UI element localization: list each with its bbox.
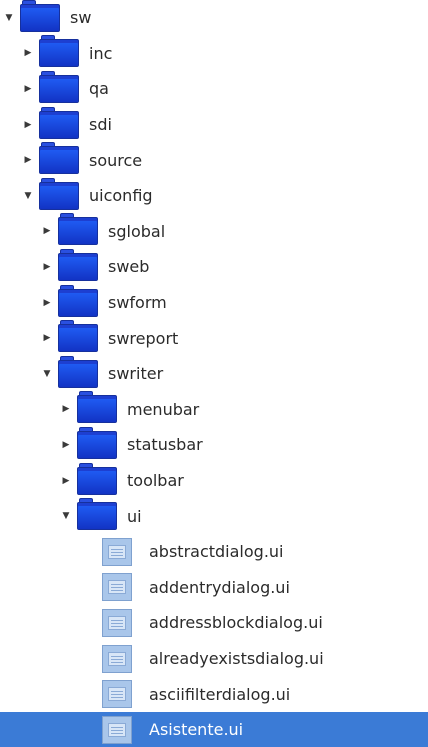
tree-file-row[interactable]: asciifilterdialog.ui [0, 676, 428, 712]
tree-item-label: addressblockdialog.ui [149, 613, 323, 633]
folder-icon [58, 248, 98, 281]
tree-item-label: sdi [89, 115, 112, 135]
expand-triangle-right-icon[interactable]: ▶ [42, 333, 52, 343]
folder-icon [77, 498, 117, 531]
tree-item-label: ui [127, 506, 142, 526]
expand-triangle-down-icon[interactable]: ▼ [23, 191, 33, 201]
folder-icon [39, 142, 79, 175]
file-tree: ▼ sw ▶ inc ▶ qa ▶ sdi ▶ source ▼ uiconfig ▶ sglobal ▶ s… [0, 0, 428, 747]
tree-item-label: toolbar [127, 471, 184, 491]
tree-item-label: menubar [127, 399, 200, 419]
tree-folder-row[interactable]: ▶ toolbar [0, 462, 428, 499]
tree-folder-row[interactable]: ▼ ui [0, 498, 428, 534]
folder-icon [39, 106, 79, 139]
expand-triangle-right-icon[interactable]: ▶ [42, 262, 52, 272]
tree-item-label: inc [89, 43, 113, 63]
ui-file-icon [102, 608, 132, 637]
folder-icon [39, 70, 79, 103]
tree-folder-row[interactable]: ▶ source [0, 142, 428, 178]
expand-triangle-down-icon[interactable]: ▼ [4, 13, 14, 23]
expand-triangle-right-icon[interactable]: ▶ [23, 48, 33, 58]
tree-item-label: qa [89, 79, 109, 99]
tree-file-row[interactable]: alreadyexistsdialog.ui [0, 641, 428, 677]
tree-folder-row[interactable]: ▶ sglobal [0, 213, 428, 250]
expand-triangle-right-icon[interactable]: ▶ [23, 84, 33, 94]
tree-folder-row[interactable]: ▶ sdi [0, 106, 428, 143]
tree-file-row[interactable]: abstractdialog.ui [0, 534, 428, 570]
tree-folder-row[interactable]: ▼ sw [0, 0, 428, 36]
tree-item-label: sweb [108, 257, 150, 277]
tree-folder-row[interactable]: ▶ statusbar [0, 426, 428, 463]
expand-triangle-right-icon[interactable]: ▶ [61, 476, 71, 486]
tree-folder-row[interactable]: ▼ swriter [0, 355, 428, 392]
expand-triangle-right-icon[interactable]: ▶ [42, 298, 52, 308]
folder-icon [58, 284, 98, 317]
tree-item-label: statusbar [127, 435, 203, 455]
expand-triangle-right-icon[interactable]: ▶ [61, 404, 71, 414]
tree-item-label: alreadyexistsdialog.ui [149, 649, 324, 669]
tree-item-label: Asistente.ui [149, 720, 244, 740]
expand-triangle-right-icon[interactable]: ▶ [42, 226, 52, 236]
tree-folder-row[interactable]: ▶ inc [0, 35, 428, 72]
tree-folder-row[interactable]: ▶ swform [0, 284, 428, 321]
tree-item-label: uiconfig [89, 186, 153, 206]
ui-file-icon [102, 573, 132, 602]
tree-folder-row[interactable]: ▶ qa [0, 70, 428, 107]
folder-icon [77, 462, 117, 495]
expand-triangle-down-icon[interactable]: ▼ [61, 511, 71, 521]
expand-triangle-right-icon[interactable]: ▶ [23, 155, 33, 165]
folder-icon [77, 391, 117, 424]
ui-file-icon [102, 537, 132, 566]
tree-item-label: source [89, 150, 143, 170]
tree-item-label: swriter [108, 364, 164, 384]
tree-file-row[interactable]: addentrydialog.ui [0, 570, 428, 606]
tree-item-label: swreport [108, 328, 179, 348]
folder-icon [77, 426, 117, 459]
tree-file-row[interactable]: addressblockdialog.ui [0, 605, 428, 641]
ui-file-icon [102, 644, 132, 673]
ui-file-icon [102, 715, 132, 744]
folder-icon [39, 35, 79, 68]
tree-folder-row[interactable]: ▶ sweb [0, 248, 428, 285]
tree-folder-row[interactable]: ▼ uiconfig [0, 177, 428, 214]
folder-icon [58, 213, 98, 246]
tree-folder-row[interactable]: ▶ swreport [0, 320, 428, 356]
tree-item-label: asciifilterdialog.ui [149, 684, 291, 704]
tree-file-row[interactable]: Asistente.ui [0, 712, 428, 747]
folder-icon [58, 320, 98, 353]
expand-triangle-down-icon[interactable]: ▼ [42, 369, 52, 379]
tree-item-label: abstractdialog.ui [149, 542, 284, 562]
folder-icon [20, 0, 60, 32]
folder-icon [39, 177, 79, 210]
folder-icon [58, 355, 98, 388]
expand-triangle-right-icon[interactable]: ▶ [61, 440, 71, 450]
tree-item-label: sglobal [108, 221, 166, 241]
expand-triangle-right-icon[interactable]: ▶ [23, 120, 33, 130]
tree-item-label: swform [108, 293, 167, 313]
tree-item-label: sw [70, 8, 92, 28]
tree-item-label: addentrydialog.ui [149, 577, 290, 597]
tree-folder-row[interactable]: ▶ menubar [0, 391, 428, 428]
ui-file-icon [102, 680, 132, 709]
